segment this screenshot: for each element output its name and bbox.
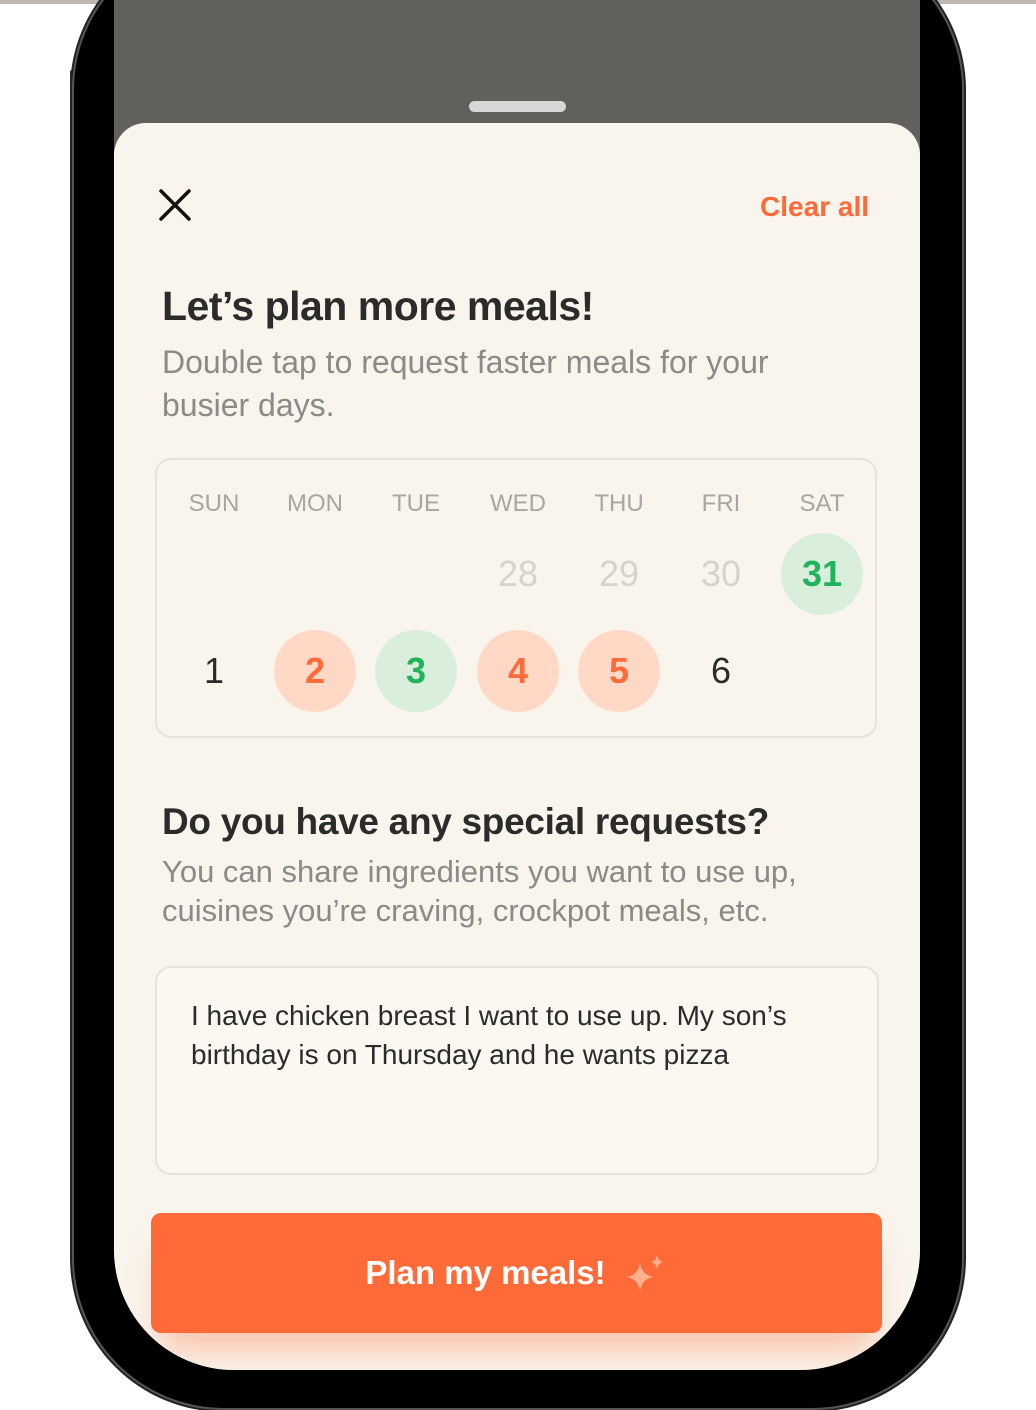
meal-plan-sheet: Clear all Let’s plan more meals! Double … bbox=[114, 123, 920, 1370]
textarea-line2: birthday is on Thursday and he wants piz… bbox=[191, 1039, 730, 1070]
calendar-day[interactable]: 5 bbox=[578, 630, 660, 712]
plan-meals-button[interactable]: Plan my meals! bbox=[151, 1213, 882, 1333]
weekday-sun: SUN bbox=[188, 490, 240, 517]
requests-title: Do you have any special requests? bbox=[162, 801, 769, 842]
requests-subtitle-line2: cuisines you’re craving, crockpot meals,… bbox=[162, 893, 769, 928]
weekday-wed: WED bbox=[490, 490, 546, 517]
calendar-day[interactable]: 2 bbox=[274, 630, 356, 712]
textarea-line1: I have chicken breast I want to use up. … bbox=[191, 1000, 787, 1031]
close-icon[interactable] bbox=[158, 188, 192, 222]
requests-subtitle-line1: You can share ingredients you want to us… bbox=[162, 854, 797, 889]
calendar-day[interactable]: 6 bbox=[680, 630, 762, 712]
page-title: Let’s plan more meals! bbox=[162, 283, 594, 329]
calendar-day: 30 bbox=[700, 553, 742, 594]
sparkle-icon bbox=[626, 1255, 663, 1291]
weekday-sat: SAT bbox=[799, 490, 845, 517]
calendar-day[interactable]: 31 bbox=[781, 533, 863, 615]
clear-all-button[interactable]: Clear all bbox=[760, 191, 869, 223]
calendar-day: 28 bbox=[497, 553, 539, 594]
weekday-fri: FRI bbox=[701, 490, 741, 517]
calendar: SUN MON TUE WED THU FRI SAT 28 29 30 31 1 2 3 4 5 6 bbox=[155, 458, 877, 738]
plan-subtitle-line2: busier days. bbox=[162, 387, 335, 423]
calendar-day[interactable]: 1 bbox=[173, 630, 255, 712]
plan-subtitle-line1: Double tap to request faster meals for y… bbox=[162, 344, 769, 380]
sheet-grabber[interactable] bbox=[469, 101, 566, 112]
calendar-day: 29 bbox=[598, 553, 640, 594]
screen: Clear all Let’s plan more meals! Double … bbox=[114, 0, 920, 1370]
calendar-day[interactable]: 3 bbox=[375, 630, 457, 712]
weekday-mon: MON bbox=[287, 490, 343, 517]
plan-meals-label: Plan my meals! bbox=[365, 1254, 606, 1291]
weekday-thu: THU bbox=[594, 490, 644, 517]
special-requests-textarea[interactable]: I have chicken breast I want to use up. … bbox=[155, 966, 879, 1175]
weekday-tue: TUE bbox=[392, 490, 440, 517]
calendar-day[interactable]: 4 bbox=[477, 630, 559, 712]
